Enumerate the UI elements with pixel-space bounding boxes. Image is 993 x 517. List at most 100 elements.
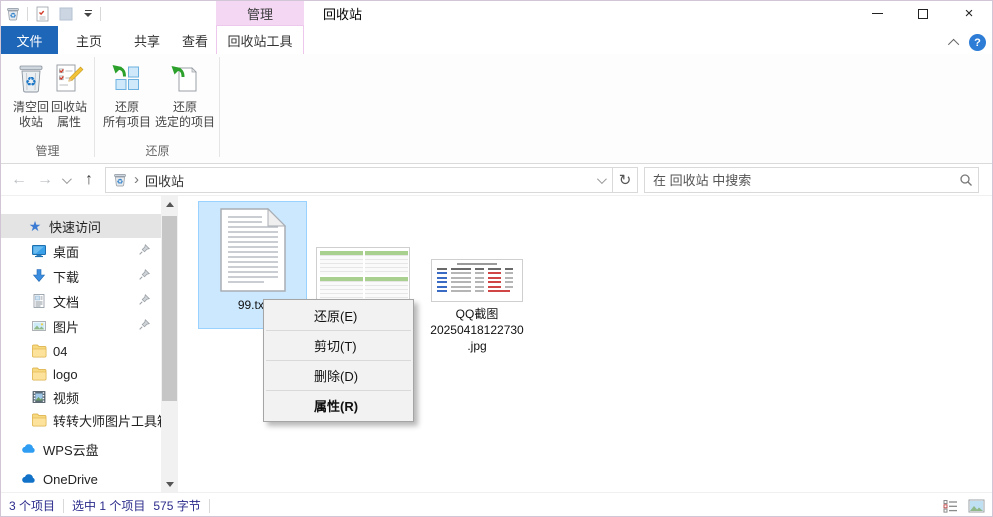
sidebar-item-onedrive[interactable]: OneDrive xyxy=(1,467,161,491)
qat-customize-dropdown[interactable] xyxy=(80,4,96,24)
svg-text:♻: ♻ xyxy=(117,177,124,186)
menu-item-restore[interactable]: 还原(E) xyxy=(264,302,413,329)
recent-locations-dropdown[interactable] xyxy=(57,168,73,192)
qq-screenshot-thumbnail xyxy=(431,259,523,302)
group-label-manage: 管理 xyxy=(1,142,94,159)
qat-disabled-icon xyxy=(56,4,76,24)
recycle-bin-properties-button[interactable]: 回收站属性 xyxy=(41,58,97,140)
sidebar-item-videos[interactable]: 视频 xyxy=(1,385,161,409)
file-item-qq-screenshot[interactable]: QQ截图 20250418122730 .jpg xyxy=(431,259,523,354)
folder-icon xyxy=(31,343,47,359)
help-icon[interactable]: ? xyxy=(969,34,986,51)
forward-button[interactable]: → xyxy=(33,168,57,192)
sidebar-item-desktop[interactable]: 桌面 xyxy=(1,239,161,263)
qat-properties-icon[interactable] xyxy=(32,4,52,24)
menu-separator xyxy=(266,360,411,361)
address-bar[interactable]: ♻ › 回收站 xyxy=(105,167,613,193)
status-separator xyxy=(63,499,64,513)
sidebar-item-logo[interactable]: logo xyxy=(1,362,161,386)
refresh-button[interactable]: ↻ xyxy=(612,167,638,193)
pin-icon[interactable] xyxy=(137,293,151,307)
sidebar-item-pictures[interactable]: 图片 xyxy=(1,314,161,338)
properties-icon xyxy=(52,62,86,96)
close-button[interactable]: × xyxy=(946,1,992,26)
downloads-icon xyxy=(31,268,47,284)
scroll-up-icon[interactable] xyxy=(161,196,178,212)
quick-access-toolbar: ♻ xyxy=(3,3,101,24)
svg-text:♻: ♻ xyxy=(25,74,37,89)
context-menu: 还原(E) 剪切(T) 删除(D) 属性(R) xyxy=(263,299,414,422)
recycle-bin-crumb-icon: ♻ xyxy=(112,172,128,188)
qat-separator xyxy=(27,7,28,21)
quick-access-star-icon: ★ xyxy=(27,218,43,234)
item-count: 3 个项目 xyxy=(9,497,55,514)
sidebar-item-quick-access[interactable]: ★ 快速访问 xyxy=(1,214,161,238)
menu-item-properties[interactable]: 属性(R) xyxy=(264,392,413,419)
breadcrumb[interactable]: 回收站 xyxy=(145,171,184,190)
qat-separator xyxy=(100,7,101,21)
maximize-button[interactable] xyxy=(900,1,946,26)
status-separator xyxy=(209,499,210,513)
tab-home[interactable]: 主页 xyxy=(58,26,120,54)
tab-share[interactable]: 共享 xyxy=(120,26,174,54)
pin-icon[interactable] xyxy=(137,243,151,257)
tab-file[interactable]: 文件 xyxy=(1,26,58,54)
sidebar-item-wps-cloud[interactable]: WPS云盘 xyxy=(1,437,161,461)
sidebar-item-04[interactable]: 04 xyxy=(1,339,161,363)
restore-all-items-button[interactable]: 还原所有项目 xyxy=(99,58,155,140)
main-area: ★ 快速访问 桌面 下载 文档 xyxy=(1,196,992,492)
menu-separator xyxy=(266,390,411,391)
videos-icon xyxy=(31,389,47,405)
sidebar-scrollbar[interactable] xyxy=(161,196,178,492)
file-label: QQ截图 20250418122730 .jpg xyxy=(430,306,523,354)
sidebar-item-zhuanzhuan-toolbox[interactable]: 转转大师图片工具箱 xyxy=(1,408,161,432)
file-item-spreadsheet-image[interactable] xyxy=(316,247,410,303)
window-controls: × xyxy=(854,1,992,26)
tab-recycle-bin-tools[interactable]: 回收站工具 xyxy=(216,26,304,54)
sidebar-item-documents[interactable]: 文档 xyxy=(1,289,161,313)
desktop-icon xyxy=(31,243,47,259)
wps-cloud-icon xyxy=(21,441,37,457)
scroll-down-icon[interactable] xyxy=(161,476,178,492)
selection-size: 575 字节 xyxy=(153,497,200,514)
ribbon-group-separator xyxy=(219,57,220,157)
scrollbar-thumb[interactable] xyxy=(162,216,177,401)
search-box xyxy=(644,167,979,193)
contextual-tab-header: 管理 xyxy=(216,1,304,26)
restore-selected-icon xyxy=(168,62,202,96)
ribbon-group-separator xyxy=(94,57,95,157)
pin-icon[interactable] xyxy=(137,318,151,332)
minimize-button[interactable] xyxy=(854,1,900,26)
explorer-window: ♻ 管理 回收站 × xyxy=(0,0,993,517)
breadcrumb-chevron-icon: › xyxy=(134,171,139,188)
up-button[interactable]: ↑ xyxy=(77,168,101,192)
address-dropdown-icon[interactable] xyxy=(588,168,612,192)
restore-selected-items-button[interactable]: 还原选定的项目 xyxy=(157,58,213,140)
tab-view[interactable]: 查看 xyxy=(174,26,216,54)
folder-icon xyxy=(31,412,47,428)
ribbon-tab-row: 文件 主页 共享 查看 回收站工具 ? xyxy=(1,26,992,54)
window-title: 回收站 xyxy=(323,1,362,26)
menu-item-cut[interactable]: 剪切(T) xyxy=(264,332,413,359)
address-row: ← → ↑ ♻ › 回收站 ↻ xyxy=(1,164,992,196)
search-icon xyxy=(954,173,978,187)
onedrive-icon xyxy=(21,471,37,487)
pictures-icon xyxy=(31,318,47,334)
documents-icon xyxy=(31,293,47,309)
selection-count: 选中 1 个项目 xyxy=(72,497,145,514)
recycle-bin-window-icon[interactable]: ♻ xyxy=(3,4,23,24)
menu-separator xyxy=(266,330,411,331)
folder-icon xyxy=(31,366,47,382)
text-file-icon xyxy=(220,208,286,292)
sidebar-item-downloads[interactable]: 下载 xyxy=(1,264,161,288)
svg-text:♻: ♻ xyxy=(10,11,17,20)
search-input[interactable] xyxy=(645,173,954,188)
pin-icon[interactable] xyxy=(137,268,151,282)
back-button[interactable]: ← xyxy=(7,168,31,192)
details-view-icon[interactable] xyxy=(940,496,960,516)
collapse-ribbon-icon[interactable] xyxy=(948,38,959,49)
menu-item-delete[interactable]: 删除(D) xyxy=(264,362,413,389)
status-bar: 3 个项目 选中 1 个项目 575 字节 xyxy=(1,492,992,517)
ribbon: ♻ 清空回收站 回收站属性 xyxy=(1,54,992,164)
thumbnail-view-icon[interactable] xyxy=(966,496,986,516)
